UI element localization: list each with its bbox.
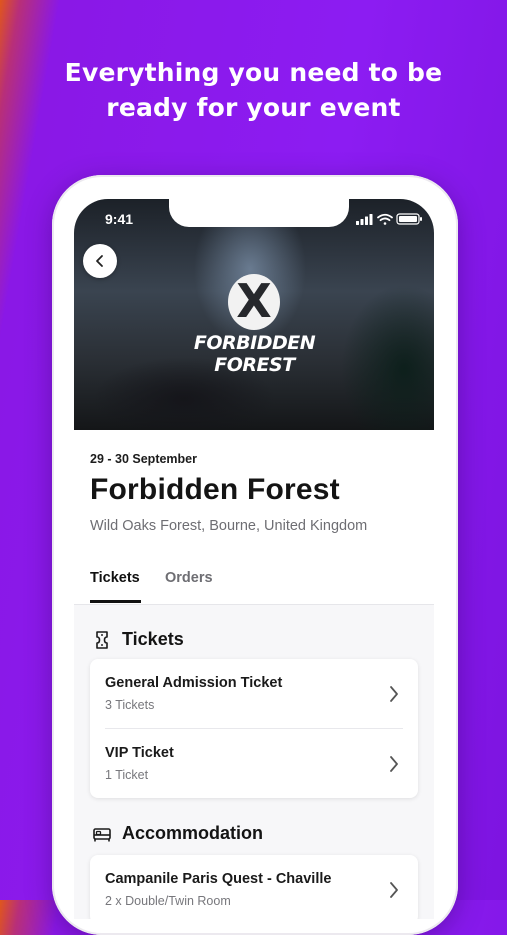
accommodation-section-title: Accommodation	[122, 823, 264, 843]
battery-icon	[396, 213, 422, 225]
chevron-right-icon	[390, 882, 398, 898]
ticket-row-general-admission[interactable]: General Admission Ticket 3 Tickets	[90, 659, 418, 728]
ticket-name: VIP Ticket	[105, 745, 174, 761]
chevron-left-icon	[96, 255, 103, 267]
wifi-icon	[377, 213, 393, 225]
bed-icon	[93, 827, 111, 841]
accommodation-card: Campanile Paris Quest - Chaville 2 x Dou…	[90, 855, 418, 919]
tab-bar: Tickets Orders	[74, 567, 434, 605]
back-button[interactable]	[83, 244, 117, 278]
ticket-name: General Admission Ticket	[105, 675, 283, 691]
headline-line-1: Everything you need to be	[64, 58, 443, 87]
active-tab-indicator	[90, 600, 141, 603]
tickets-card: General Admission Ticket 3 Tickets VIP T…	[90, 659, 418, 798]
tickets-section-title: Tickets	[122, 629, 184, 649]
phone-notch	[169, 199, 349, 227]
tab-tickets[interactable]: Tickets	[90, 570, 140, 586]
event-location: Wild Oaks Forest, Bourne, United Kingdom	[90, 518, 368, 534]
tab-content: Tickets General Admission Ticket 3 Ticke…	[74, 605, 434, 919]
chevron-right-icon	[390, 756, 398, 772]
ticket-count: 3 Tickets	[105, 698, 155, 712]
ticket-icon	[96, 630, 108, 649]
chevron-right-icon	[390, 686, 398, 702]
event-title: Forbidden Forest	[90, 473, 340, 506]
event-logo: X FORBIDDEN FOREST	[192, 274, 317, 389]
status-time: 9:41	[105, 211, 134, 227]
event-date: 29 - 30 September	[90, 452, 197, 466]
headline-line-2: ready for your event	[106, 93, 401, 122]
tab-orders[interactable]: Orders	[165, 570, 213, 586]
ticket-count: 1 Ticket	[105, 768, 149, 782]
accommodation-detail: 2 x Double/Twin Room	[105, 894, 231, 908]
promo-headline: Everything you need to be ready for your…	[0, 55, 507, 125]
logo-text-line-2: FOREST	[214, 354, 295, 376]
ticket-row-vip[interactable]: VIP Ticket 1 Ticket	[90, 729, 418, 798]
accommodation-row[interactable]: Campanile Paris Quest - Chaville 2 x Dou…	[90, 855, 418, 919]
signal-icon	[356, 214, 373, 225]
status-bar: 9:41	[74, 199, 434, 239]
app-screen: X FORBIDDEN FOREST 9:41 29 - 30 Septembe…	[74, 199, 434, 919]
logo-mark: X	[228, 274, 280, 330]
accommodation-name: Campanile Paris Quest - Chaville	[105, 871, 332, 887]
logo-text-line-1: FORBIDDEN	[193, 332, 316, 354]
accommodation-section-header: Accommodation	[92, 823, 263, 844]
tickets-section-header: Tickets	[92, 629, 184, 650]
logo-wordmark: FORBIDDEN FOREST	[192, 332, 317, 376]
status-icons	[356, 213, 422, 225]
